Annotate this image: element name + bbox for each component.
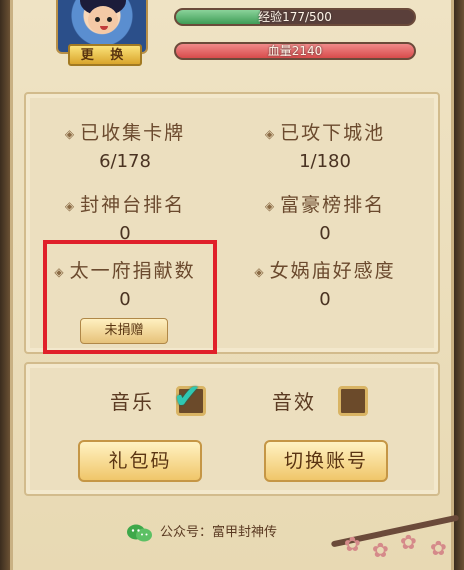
change-avatar-button[interactable]: 更 换 (68, 44, 142, 66)
footer: 公众号：富甲封神传 (126, 522, 277, 544)
wechat-icon (127, 524, 152, 541)
blossom-icon: ✿ (400, 530, 417, 554)
stat-cards-collected: ◈ 已收集卡牌 6/178 (40, 118, 210, 172)
stat-label: ◈ 封神台排名 (64, 194, 186, 216)
blossom-icon: ✿ (372, 538, 389, 562)
blossom-icon: ✿ (344, 532, 361, 556)
stat-value: 1/180 (299, 151, 351, 172)
hp-bar: 血量2140 (174, 42, 416, 60)
diamond-icon: ◈ (64, 126, 77, 141)
avatar-eye (95, 17, 100, 22)
stat-label: ◈ 已收集卡牌 (64, 122, 186, 144)
exp-text: 经验177/500 (258, 10, 332, 24)
exp-bar: 经验177/500 (174, 8, 416, 26)
stat-value: 6/178 (99, 151, 151, 172)
stat-fengshen-rank: ◈ 封神台排名 0 (40, 190, 210, 244)
footer-text: 公众号：富甲封神传 (160, 525, 278, 540)
stat-label: ◈ 已攻下城池 (264, 122, 386, 144)
music-label: 音乐 (110, 390, 154, 414)
avatar-eye (107, 17, 112, 22)
music-checkbox[interactable]: ✔ (173, 377, 206, 417)
gift-code-button[interactable]: 礼包码 (78, 440, 202, 482)
stat-value: 0 (319, 289, 331, 310)
stat-label: ◈ 女娲庙好感度 (254, 260, 396, 282)
stat-cities-captured: ◈ 已攻下城池 1/180 (240, 118, 410, 172)
diamond-icon: ◈ (254, 264, 266, 279)
diamond-icon: ◈ (264, 126, 277, 141)
stat-label: ◈ 富豪榜排名 (264, 194, 386, 216)
sfx-checkbox[interactable] (338, 386, 368, 416)
checkmark-icon: ✔ (173, 377, 202, 417)
stat-value: 0 (319, 223, 331, 244)
diamond-icon: ◈ (264, 198, 277, 213)
stat-wealth-rank: ◈ 富豪榜排名 0 (240, 190, 410, 244)
left-frame-edge (0, 0, 10, 570)
switch-account-button[interactable]: 切换账号 (264, 440, 388, 482)
blossom-icon: ✿ (430, 536, 447, 560)
stat-nuwa-favor: ◈ 女娲庙好感度 0 (240, 256, 410, 310)
diamond-icon: ◈ (64, 198, 77, 213)
hp-text: 血量2140 (267, 44, 323, 58)
right-frame-edge (454, 0, 464, 570)
highlight-box (43, 240, 217, 354)
sfx-label: 音效 (272, 390, 316, 414)
